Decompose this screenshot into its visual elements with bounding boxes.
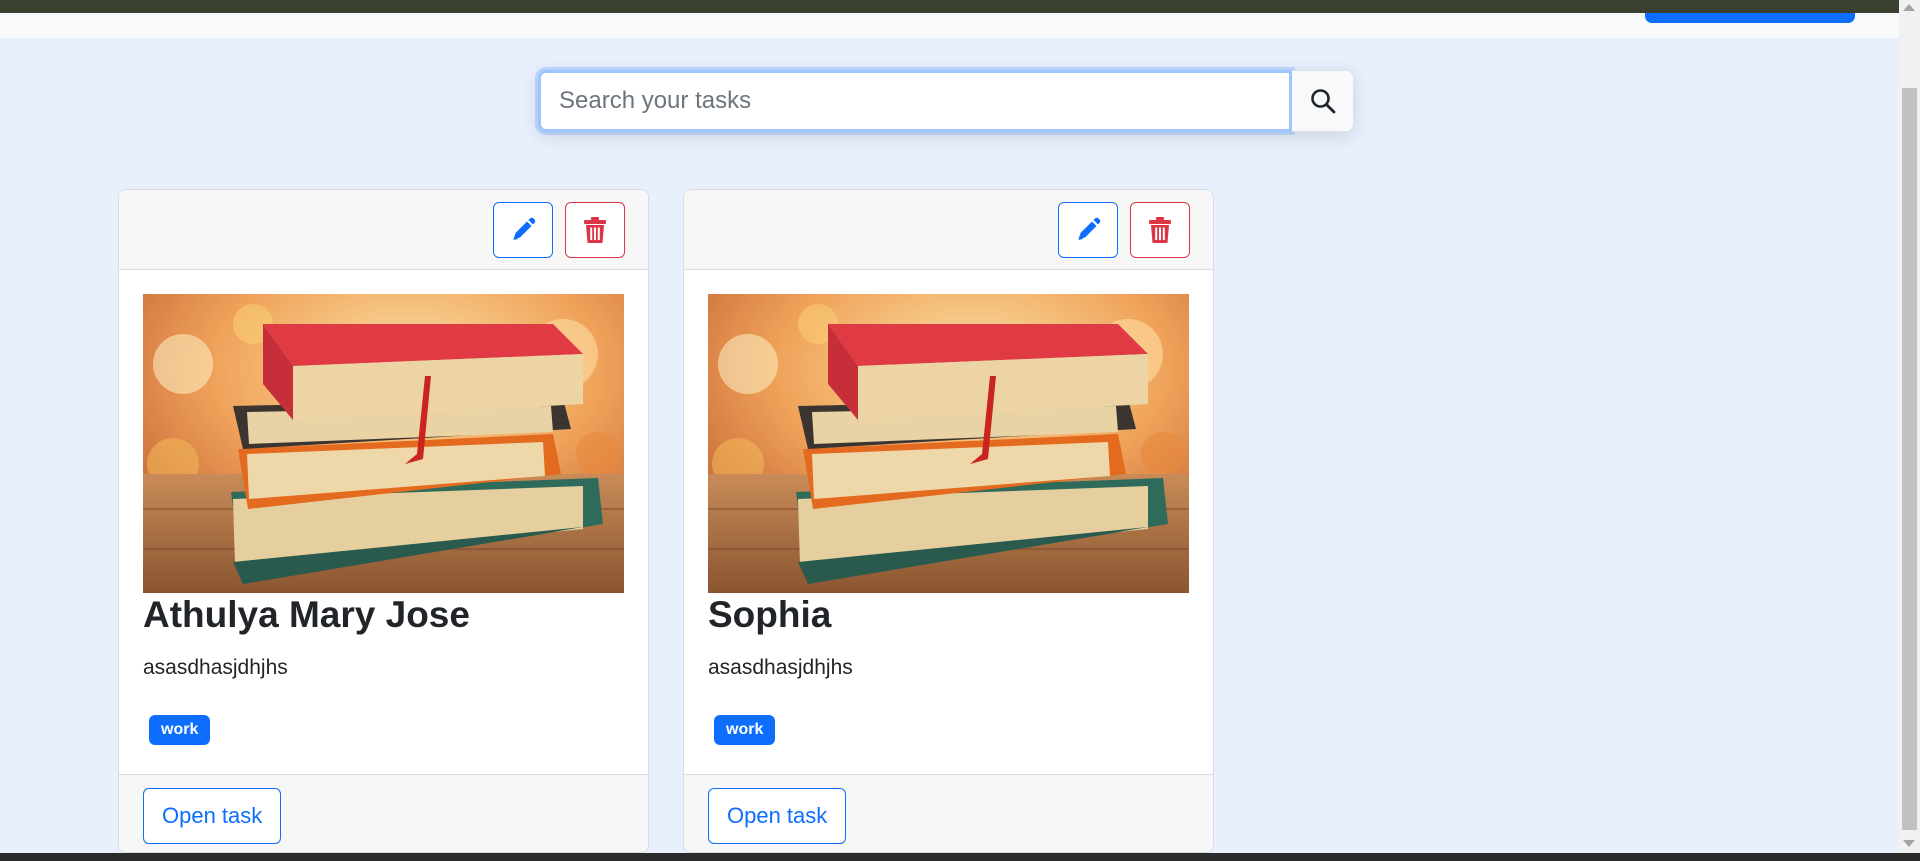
- open-task-button[interactable]: Open task: [143, 788, 282, 844]
- trash-icon: [1149, 217, 1171, 243]
- task-card: Sophia asasdhasjdhjhs work Open task: [683, 189, 1214, 853]
- tag-badge: work: [714, 715, 776, 745]
- delete-button[interactable]: [1130, 202, 1190, 258]
- delete-button[interactable]: [565, 202, 625, 258]
- search-bar: [538, 70, 1354, 132]
- search-icon: [1310, 89, 1335, 114]
- open-task-button[interactable]: Open task: [708, 788, 847, 844]
- pencil-icon: [1078, 217, 1101, 240]
- navbar-button[interactable]: [1645, 13, 1855, 23]
- task-title: Athulya Mary Jose: [143, 594, 470, 635]
- scroll-up-arrow-icon[interactable]: [1903, 4, 1915, 11]
- edit-button[interactable]: [493, 202, 553, 258]
- pencil-icon: [513, 217, 536, 240]
- tag-badge: work: [149, 715, 211, 745]
- bottom-edge-bar: [0, 853, 1920, 861]
- vertical-scrollbar[interactable]: [1899, 0, 1920, 853]
- scrollbar-thumb[interactable]: [1902, 88, 1917, 830]
- trash-icon: [584, 217, 606, 243]
- card-footer: Open task: [119, 774, 648, 852]
- search-input[interactable]: [538, 70, 1292, 132]
- card-header: [684, 190, 1213, 270]
- task-description: asasdhasjdhjhs: [708, 656, 853, 679]
- task-title: Sophia: [708, 594, 832, 635]
- books-image: [708, 294, 1189, 593]
- navbar: [0, 13, 1899, 38]
- task-card: Athulya Mary Jose asasdhasjdhjhs work Op…: [118, 189, 649, 853]
- scroll-down-arrow-icon[interactable]: [1903, 840, 1915, 847]
- search-button[interactable]: [1292, 70, 1354, 132]
- window-top-strip: [0, 0, 1899, 13]
- edit-button[interactable]: [1058, 202, 1118, 258]
- card-header: [119, 190, 648, 270]
- task-description: asasdhasjdhjhs: [143, 656, 288, 679]
- books-image: [143, 294, 624, 593]
- card-footer: Open task: [684, 774, 1213, 852]
